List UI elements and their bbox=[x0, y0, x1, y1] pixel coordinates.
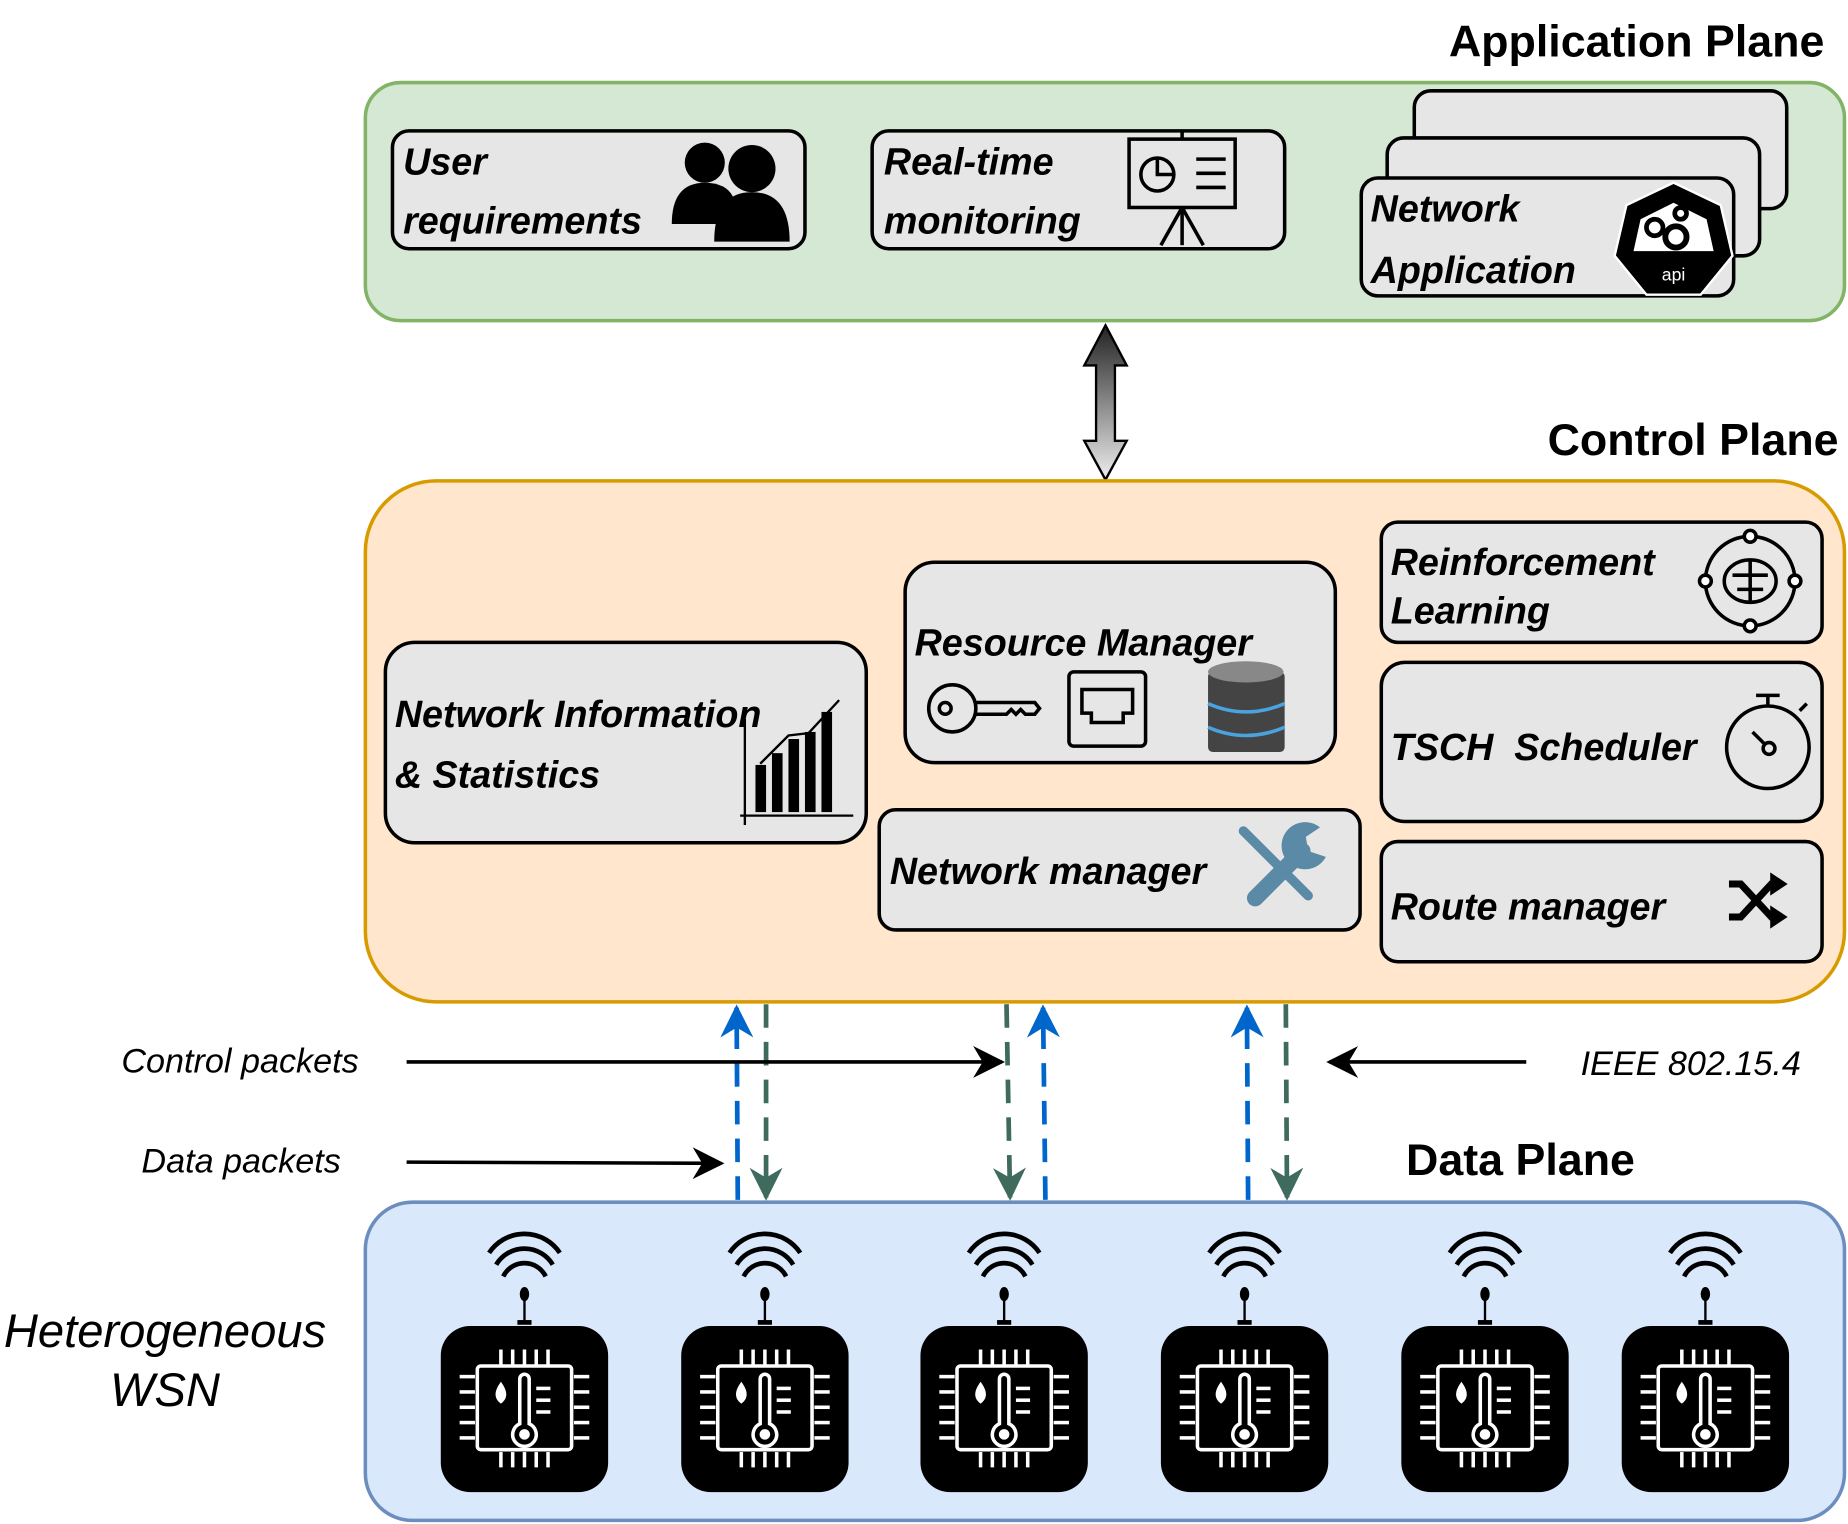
northbound-double-arrow bbox=[1082, 322, 1129, 483]
control-plane-title: Control Plane bbox=[1548, 415, 1839, 465]
network-manager-label: Network manager bbox=[890, 850, 1209, 892]
network-information-box: Network Information & Statistics bbox=[383, 640, 869, 845]
network-application-stack: Network Application api bbox=[1359, 89, 1789, 298]
temperature-sensor-chip-icon bbox=[440, 1325, 609, 1493]
route-manager-label: Route manager bbox=[1391, 885, 1668, 927]
data-packets-pointer bbox=[406, 1147, 725, 1180]
realtime-monitoring-box: Real-time monitoring bbox=[870, 129, 1287, 251]
route-manager-box: Route manager bbox=[1379, 839, 1824, 964]
uplink-arrow bbox=[1026, 1004, 1060, 1200]
ieee-802-15-4-label: IEEE 802.15.4 bbox=[1581, 1045, 1801, 1083]
temperature-sensor-chip-icon bbox=[1621, 1325, 1790, 1493]
database-icon bbox=[1207, 661, 1286, 752]
southbound-links bbox=[720, 1004, 1304, 1201]
reinforcement-learning-box: Reinforcement Learning bbox=[1379, 520, 1824, 645]
user-requirements-label-1: User bbox=[403, 140, 489, 182]
wsn-label-2: WSN bbox=[110, 1363, 221, 1416]
network-information-label-1: Network Information bbox=[395, 693, 762, 735]
realtime-monitoring-label-1: Real-time bbox=[884, 140, 1054, 182]
resource-manager-label: Resource Manager bbox=[915, 621, 1255, 663]
wsn-label-1: Heterogeneous bbox=[4, 1304, 326, 1357]
user-requirements-label-2: requirements bbox=[403, 199, 642, 241]
downlink-arrow bbox=[1270, 1004, 1304, 1201]
downlink-arrow bbox=[992, 1004, 1026, 1201]
uplink-arrow bbox=[1230, 1004, 1264, 1200]
user-requirements-box: User requirements bbox=[390, 129, 807, 251]
api-badge: api bbox=[1662, 265, 1686, 285]
temperature-sensor-chip-icon bbox=[920, 1325, 1088, 1493]
temperature-sensor-chip-icon bbox=[1160, 1325, 1329, 1493]
uplink-arrow bbox=[720, 1004, 754, 1200]
temperature-sensor-chip-icon bbox=[681, 1325, 849, 1493]
reinforcement-learning-label-2: Learning bbox=[1391, 590, 1550, 632]
network-manager-box: Network manager bbox=[877, 807, 1362, 932]
application-plane-title: Application Plane bbox=[1449, 17, 1825, 67]
temperature-sensor-chip-icon bbox=[1401, 1325, 1569, 1493]
tsch-scheduler-box: TSCH Scheduler bbox=[1379, 660, 1824, 824]
tsch-scheduler-label: TSCH Scheduler bbox=[1391, 726, 1699, 768]
sdn-wsn-architecture-diagram: Application Plane User requirements Real… bbox=[4, 17, 1847, 1523]
network-application-label-2: Application bbox=[1370, 249, 1576, 291]
data-packets-label: Data packets bbox=[141, 1143, 340, 1181]
network-information-label-2: & Statistics bbox=[395, 753, 600, 795]
reinforcement-learning-label-1: Reinforcement bbox=[1391, 541, 1656, 583]
control-packets-label: Control packets bbox=[121, 1043, 358, 1081]
network-application-label-1: Network bbox=[1371, 188, 1522, 230]
realtime-monitoring-label-2: monitoring bbox=[884, 199, 1081, 241]
data-plane-title: Data Plane bbox=[1406, 1135, 1635, 1185]
resource-manager-box: Resource Manager bbox=[903, 560, 1338, 765]
